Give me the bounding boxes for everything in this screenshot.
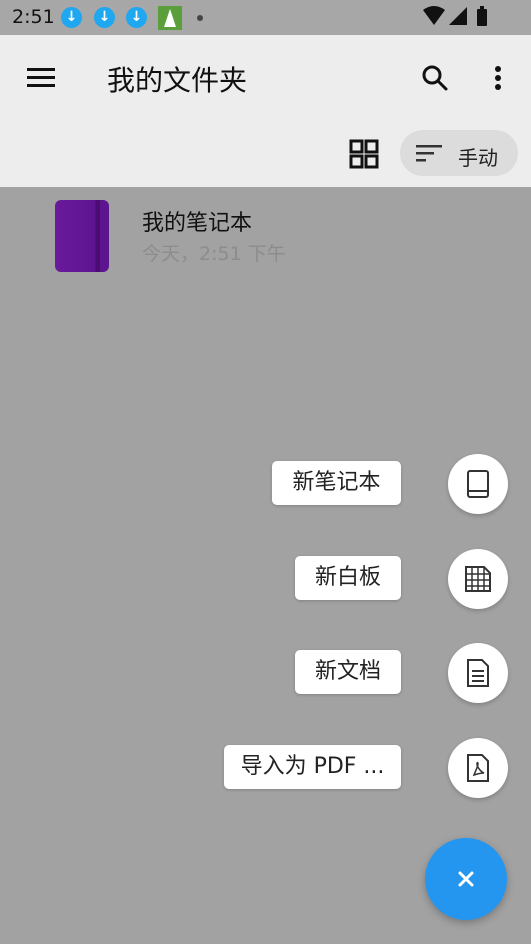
grid-view-icon[interactable] (348, 138, 380, 170)
import-pdf-label[interactable]: 导入为 PDF ... (224, 745, 401, 789)
sort-icon (416, 145, 442, 162)
new-notebook-label[interactable]: 新笔记本 (272, 461, 401, 505)
status-time: 2:51 (12, 6, 55, 28)
new-whiteboard-button[interactable] (448, 549, 508, 609)
status-bar: 2:51 ↓ ↓ ↓ (0, 0, 531, 35)
new-notebook-button[interactable] (448, 454, 508, 514)
app-notification-icon (158, 6, 182, 30)
document-icon (467, 659, 489, 687)
notebook-outline-icon (467, 470, 489, 498)
app-bar: 我的文件夹 手动 (0, 35, 531, 187)
sort-label: 手动 (458, 146, 498, 170)
new-document-button[interactable] (448, 643, 508, 703)
file-date: 今天，2:51 下午 (142, 243, 286, 265)
page-title: 我的文件夹 (107, 64, 248, 97)
close-fab-button[interactable] (425, 838, 507, 920)
file-name: 我的笔记本 (142, 211, 253, 236)
menu-button[interactable] (24, 63, 58, 93)
import-pdf-button[interactable] (448, 738, 508, 798)
new-document-label[interactable]: 新文档 (295, 650, 401, 694)
system-status-icons (423, 6, 487, 26)
pdf-file-icon (467, 754, 489, 782)
download-icon: ↓ (94, 7, 115, 28)
search-icon[interactable] (418, 61, 452, 95)
sort-button[interactable]: 手动 (400, 130, 518, 176)
close-icon (458, 871, 474, 887)
download-icon: ↓ (61, 7, 82, 28)
whiteboard-grid-icon (465, 566, 491, 592)
download-icon: ↓ (126, 7, 147, 28)
wifi-icon (423, 6, 445, 25)
more-options-icon[interactable] (486, 61, 510, 95)
notebook-icon (55, 200, 109, 272)
signal-icon (449, 7, 467, 25)
notification-dot-icon (197, 15, 203, 21)
battery-icon (477, 9, 487, 26)
new-whiteboard-label[interactable]: 新白板 (295, 556, 401, 600)
